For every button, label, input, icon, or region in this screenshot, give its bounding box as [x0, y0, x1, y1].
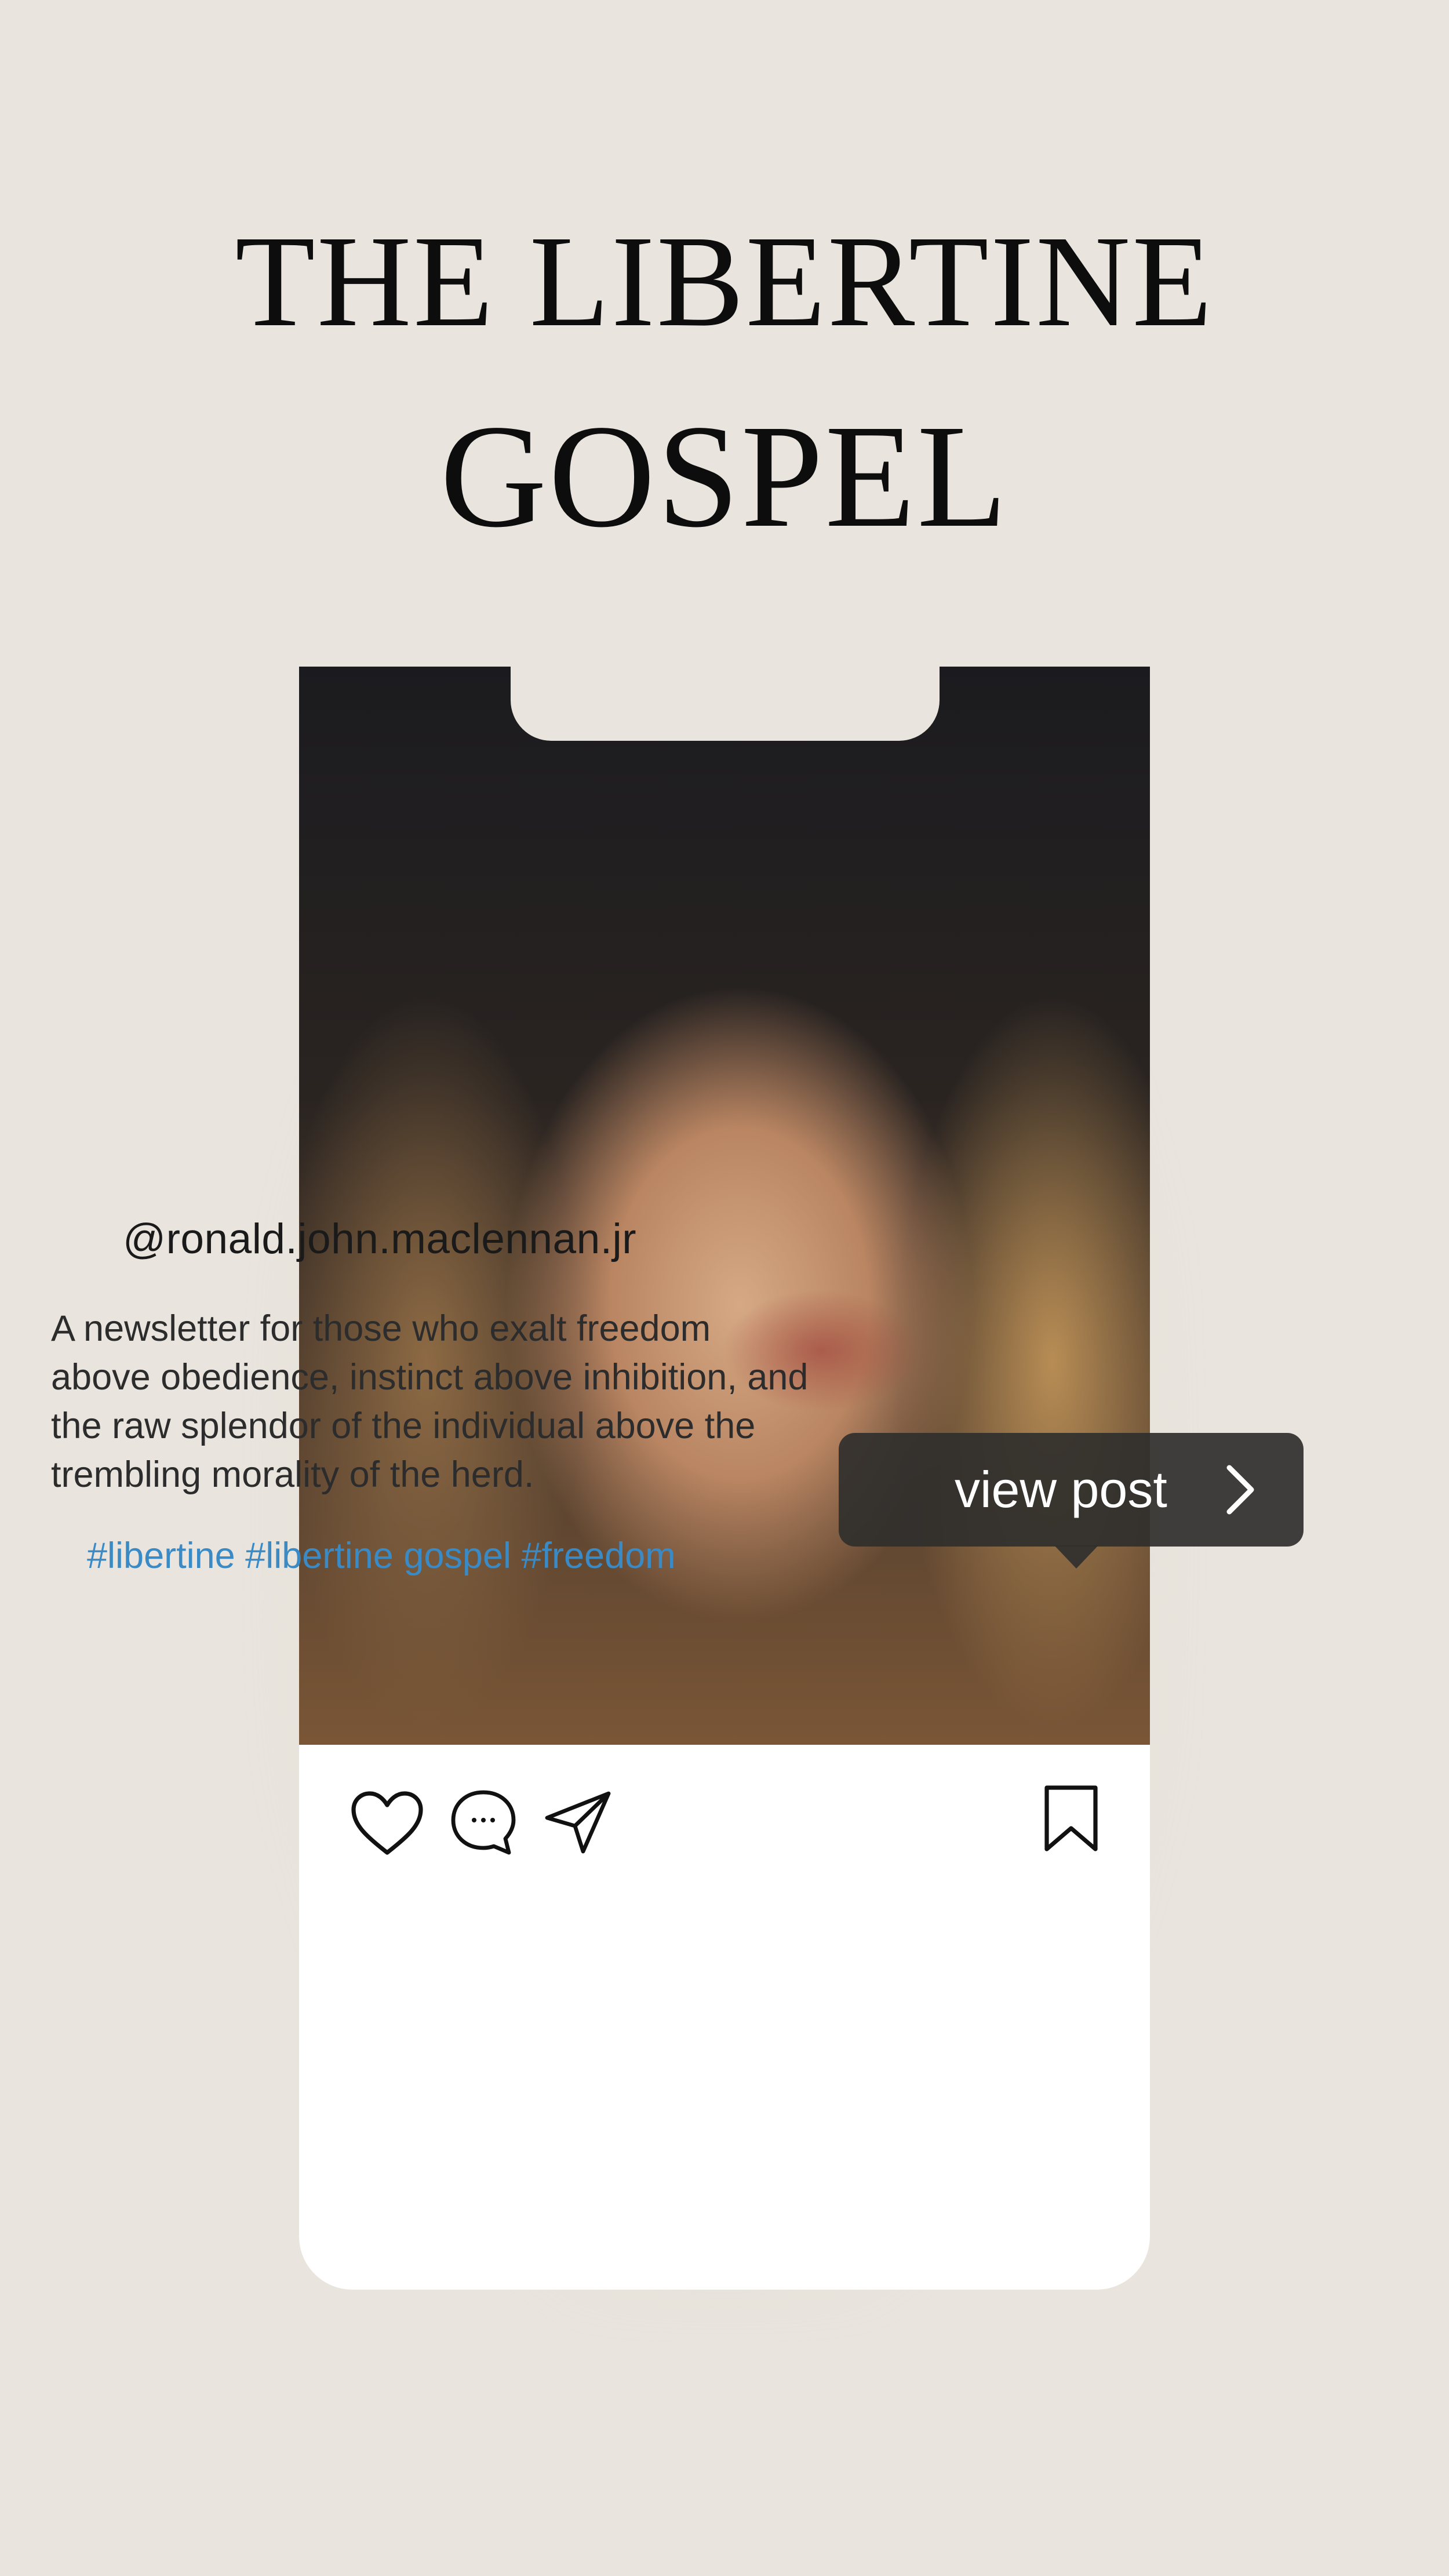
view-post-pointer — [1054, 1545, 1098, 1569]
view-post-button[interactable]: view post — [839, 1433, 1304, 1569]
chevron-right-icon — [1226, 1465, 1254, 1515]
share-icon[interactable] — [544, 1790, 613, 1855]
bookmark-icon[interactable] — [1042, 1784, 1100, 1854]
post-username[interactable]: @ronald.john.maclennan.jr — [123, 1215, 636, 1263]
post-caption: A newsletter for those who exalt freedom… — [51, 1308, 809, 1495]
comment-icon[interactable] — [449, 1788, 518, 1857]
post-photo[interactable] — [299, 667, 1150, 1745]
phone-notch — [511, 667, 940, 741]
heart-icon[interactable] — [350, 1790, 424, 1857]
page-title-line-1: THE LIBERTINE — [235, 209, 1214, 354]
post-actions-bar — [299, 1745, 1150, 1884]
post-hashtags[interactable]: #libertine #libertine gospel #freedom — [87, 1535, 676, 1577]
view-post-label: view post — [955, 1461, 1167, 1518]
page-title-line-2: GOSPEL — [440, 395, 1009, 558]
